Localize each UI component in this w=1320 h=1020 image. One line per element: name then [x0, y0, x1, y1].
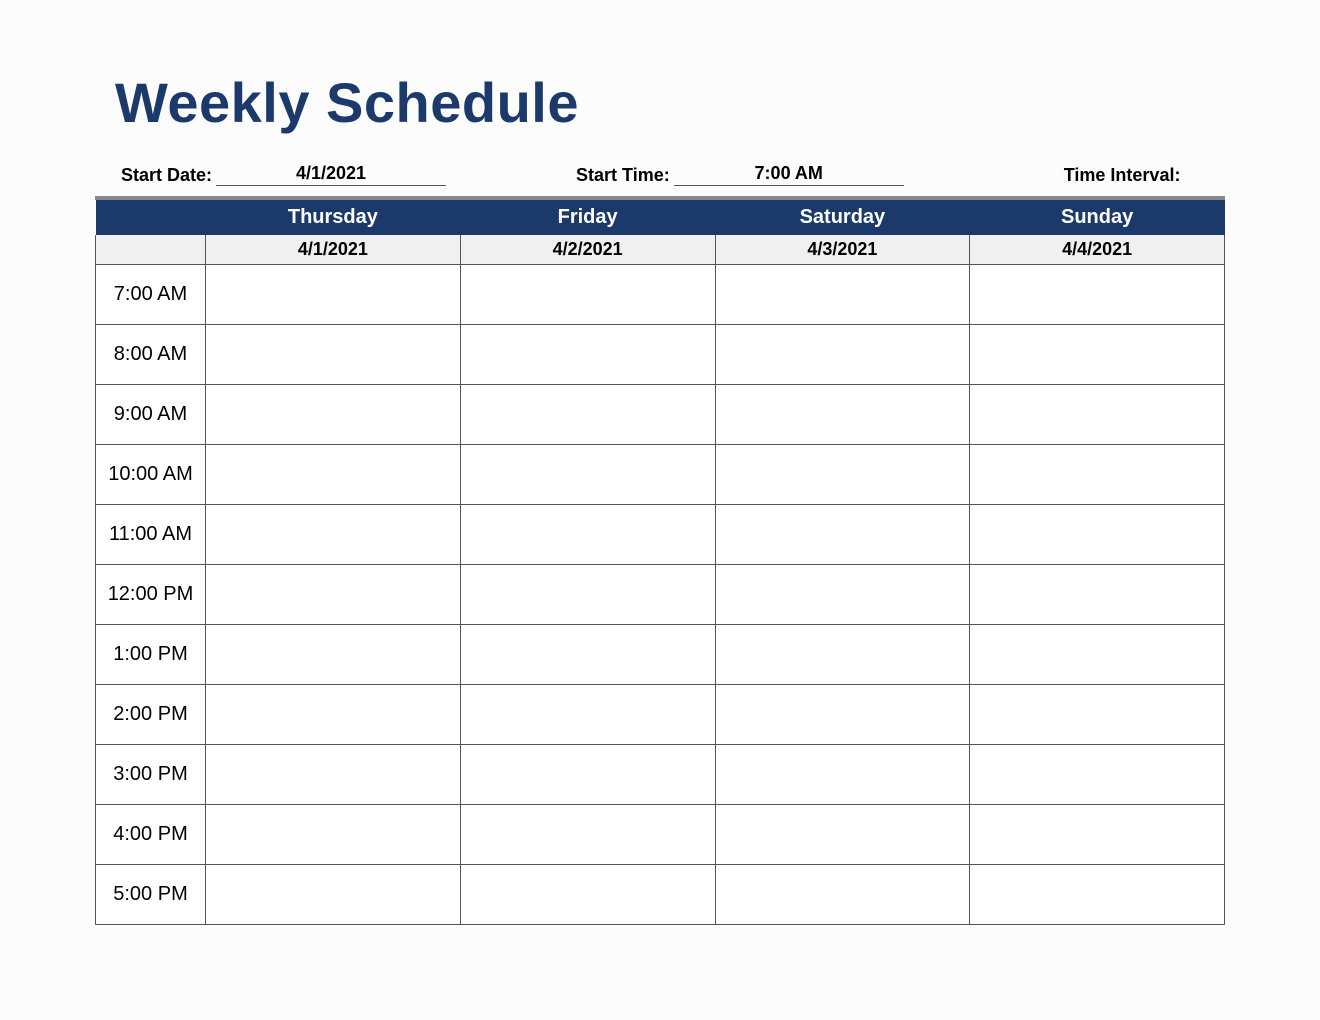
header-blank-corner: [96, 200, 206, 235]
schedule-cell[interactable]: [460, 865, 715, 925]
time-row: 10:00 AM: [96, 445, 1225, 505]
time-label: 8:00 AM: [96, 325, 206, 385]
day-header: Saturday: [715, 200, 970, 235]
schedule-cell[interactable]: [460, 805, 715, 865]
time-label: 5:00 PM: [96, 865, 206, 925]
schedule-cell[interactable]: [206, 445, 461, 505]
time-label: 12:00 PM: [96, 565, 206, 625]
schedule-table: Thursday Friday Saturday Sunday 4/1/2021…: [95, 200, 1225, 925]
schedule-cell[interactable]: [206, 265, 461, 325]
time-label: 10:00 AM: [96, 445, 206, 505]
time-label: 3:00 PM: [96, 745, 206, 805]
start-time-value[interactable]: 7:00 AM: [674, 163, 904, 186]
schedule-cell[interactable]: [715, 805, 970, 865]
time-row: 12:00 PM: [96, 565, 1225, 625]
time-label: 11:00 AM: [96, 505, 206, 565]
schedule-cell[interactable]: [970, 325, 1225, 385]
schedule-cell[interactable]: [460, 385, 715, 445]
schedule-cell[interactable]: [460, 445, 715, 505]
start-date-value[interactable]: 4/1/2021: [216, 163, 446, 186]
schedule-cell[interactable]: [970, 445, 1225, 505]
schedule-cell[interactable]: [460, 265, 715, 325]
page-title: Weekly Schedule: [115, 70, 1225, 135]
schedule-cell[interactable]: [206, 805, 461, 865]
schedule-cell[interactable]: [206, 685, 461, 745]
schedule-cell[interactable]: [206, 505, 461, 565]
schedule-cell[interactable]: [970, 385, 1225, 445]
time-row: 8:00 AM: [96, 325, 1225, 385]
header-blank-corner2: [96, 235, 206, 265]
time-label: 2:00 PM: [96, 685, 206, 745]
time-row: 1:00 PM: [96, 625, 1225, 685]
time-label: 9:00 AM: [96, 385, 206, 445]
day-header-row: Thursday Friday Saturday Sunday: [96, 200, 1225, 235]
time-row: 9:00 AM: [96, 385, 1225, 445]
schedule-cell[interactable]: [970, 565, 1225, 625]
schedule-cell[interactable]: [460, 325, 715, 385]
schedule-body: 7:00 AM8:00 AM9:00 AM10:00 AM11:00 AM12:…: [96, 265, 1225, 925]
schedule-cell[interactable]: [715, 865, 970, 925]
date-header: 4/2/2021: [460, 235, 715, 265]
date-header: 4/1/2021: [206, 235, 461, 265]
time-row: 2:00 PM: [96, 685, 1225, 745]
schedule-cell[interactable]: [715, 325, 970, 385]
schedule-cell[interactable]: [970, 865, 1225, 925]
start-time-label: Start Time:: [576, 165, 670, 186]
schedule-cell[interactable]: [715, 445, 970, 505]
schedule-document: Weekly Schedule Start Date: 4/1/2021 Sta…: [0, 0, 1320, 925]
schedule-cell[interactable]: [715, 685, 970, 745]
schedule-cell[interactable]: [715, 265, 970, 325]
date-header: 4/4/2021: [970, 235, 1225, 265]
schedule-cell[interactable]: [970, 745, 1225, 805]
schedule-cell[interactable]: [206, 865, 461, 925]
schedule-cell[interactable]: [970, 805, 1225, 865]
time-label: 7:00 AM: [96, 265, 206, 325]
schedule-cell[interactable]: [715, 505, 970, 565]
schedule-cell[interactable]: [715, 385, 970, 445]
time-interval-label: Time Interval:: [1064, 165, 1181, 186]
time-row: 7:00 AM: [96, 265, 1225, 325]
day-header: Thursday: [206, 200, 461, 235]
time-row: 11:00 AM: [96, 505, 1225, 565]
time-row: 5:00 PM: [96, 865, 1225, 925]
schedule-cell[interactable]: [970, 685, 1225, 745]
schedule-cell[interactable]: [460, 745, 715, 805]
time-label: 1:00 PM: [96, 625, 206, 685]
schedule-cell[interactable]: [206, 625, 461, 685]
schedule-cell[interactable]: [715, 565, 970, 625]
schedule-cell[interactable]: [206, 325, 461, 385]
schedule-cell[interactable]: [970, 625, 1225, 685]
schedule-cell[interactable]: [460, 565, 715, 625]
schedule-cell[interactable]: [970, 265, 1225, 325]
schedule-cell[interactable]: [970, 505, 1225, 565]
time-label: 4:00 PM: [96, 805, 206, 865]
day-header: Friday: [460, 200, 715, 235]
schedule-cell[interactable]: [460, 625, 715, 685]
schedule-cell[interactable]: [206, 385, 461, 445]
schedule-cell[interactable]: [715, 625, 970, 685]
meta-row: Start Date: 4/1/2021 Start Time: 7:00 AM…: [121, 163, 1225, 186]
schedule-table-wrapper: Thursday Friday Saturday Sunday 4/1/2021…: [95, 196, 1225, 925]
schedule-cell[interactable]: [206, 745, 461, 805]
time-row: 3:00 PM: [96, 745, 1225, 805]
date-header: 4/3/2021: [715, 235, 970, 265]
schedule-cell[interactable]: [460, 505, 715, 565]
schedule-cell[interactable]: [460, 685, 715, 745]
date-header-row: 4/1/2021 4/2/2021 4/3/2021 4/4/2021: [96, 235, 1225, 265]
start-date-label: Start Date:: [121, 165, 212, 186]
schedule-cell[interactable]: [715, 745, 970, 805]
schedule-cell[interactable]: [206, 565, 461, 625]
day-header: Sunday: [970, 200, 1225, 235]
time-row: 4:00 PM: [96, 805, 1225, 865]
